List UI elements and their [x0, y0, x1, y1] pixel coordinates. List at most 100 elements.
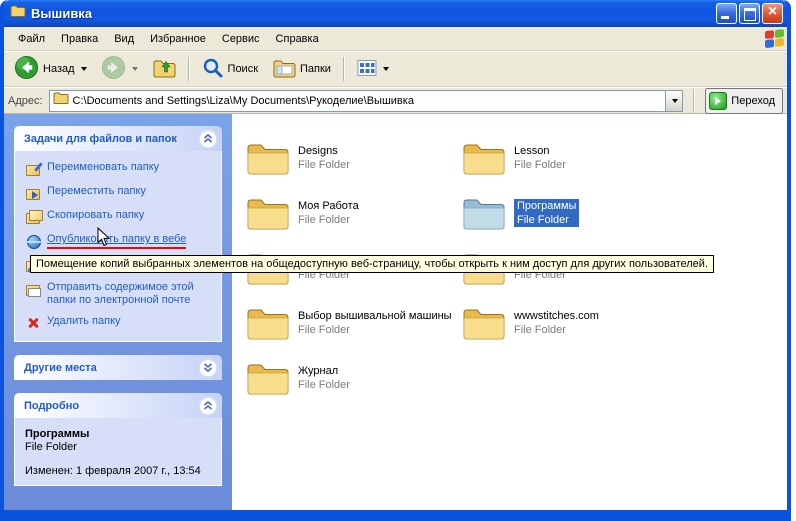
task-link[interactable]: Скопировать папку: [25, 209, 217, 225]
file-type: File Folder: [514, 323, 599, 337]
desktop: Вышивка Файл Правка Вид Избранное: [0, 0, 796, 521]
file-tasks-title: Задачи для файлов и папок: [24, 133, 177, 145]
file-tile[interactable]: Программы File Folder: [462, 195, 678, 231]
file-label: wwwstitches.com File Folder: [514, 309, 599, 337]
details-modified: Изменен: 1 февраля 2007 г., 13:54: [25, 465, 217, 477]
title-bar: Вышивка: [4, 0, 787, 27]
task-link[interactable]: Переместить папку: [25, 185, 217, 201]
file-type: File Folder: [298, 378, 350, 392]
file-pane: Designs File Folder: [232, 114, 787, 510]
folders-icon: [272, 57, 296, 82]
folder-icon: [246, 140, 290, 176]
search-button[interactable]: Поиск: [196, 54, 264, 85]
maximize-button[interactable]: [739, 3, 760, 24]
menu-item[interactable]: Избранное: [142, 29, 214, 49]
toolbar: Назад: [4, 51, 787, 87]
file-type: File Folder: [298, 323, 452, 337]
go-label: Переход: [731, 95, 775, 107]
file-tasks-body: Переименовать папку Переместить папку Ск…: [14, 151, 222, 342]
section-other-places: Другие места: [14, 355, 222, 380]
file-tile[interactable]: Designs File Folder: [246, 140, 462, 176]
folder-up-icon: [152, 57, 176, 82]
dropdown-arrow-icon: [672, 99, 678, 103]
section-details: Подробно Программы File Folder Изменен: …: [14, 393, 222, 486]
file-label: Выбор вышивальной машины File Folder: [298, 309, 452, 337]
window-title: Вышивка: [31, 6, 716, 21]
window-folder-icon: [10, 4, 26, 23]
expand-chevron-icon[interactable]: [199, 359, 217, 377]
address-folder-icon: [53, 91, 69, 110]
file-name: Моя Работа: [298, 199, 359, 213]
task-link[interactable]: Отправить содержимое этой папки по элект…: [25, 281, 217, 307]
address-path: C:\Documents and Settings\Liza\My Docume…: [73, 95, 662, 107]
file-tile[interactable]: wwwstitches.com File Folder: [462, 305, 678, 341]
file-type: File Folder: [514, 158, 566, 172]
menu-item[interactable]: Справка: [268, 29, 327, 49]
address-input[interactable]: C:\Documents and Settings\Liza\My Docume…: [49, 90, 684, 112]
search-label: Поиск: [228, 63, 258, 75]
file-label: Журнал File Folder: [298, 364, 350, 392]
forward-button[interactable]: [95, 52, 144, 86]
file-name: Выбор вышивальной машины: [298, 309, 452, 323]
forward-dropdown-icon: [132, 67, 138, 71]
collapse-chevron-icon[interactable]: [199, 397, 217, 415]
folder-icon: [246, 195, 290, 231]
go-icon: [709, 92, 727, 110]
other-places-title: Другие места: [24, 362, 97, 374]
views-dropdown-icon: [383, 67, 389, 71]
file-type: File Folder: [298, 213, 359, 227]
details-header[interactable]: Подробно: [14, 393, 222, 418]
task-pane-sidebar: Задачи для файлов и папок Переименовать …: [4, 114, 232, 510]
task-link[interactable]: Удалить папку: [25, 315, 217, 331]
details-body: Программы File Folder Изменен: 1 февраля…: [14, 418, 222, 486]
task-link[interactable]: Опубликовать папку в вебе: [25, 233, 217, 249]
menu-item[interactable]: Файл: [10, 29, 53, 49]
other-places-header[interactable]: Другие места: [14, 355, 222, 380]
folder-icon: [246, 305, 290, 341]
menu-item[interactable]: Сервис: [214, 29, 268, 49]
menu-item[interactable]: Правка: [53, 29, 106, 49]
file-type: File Folder: [517, 213, 576, 227]
file-label: Designs File Folder: [298, 144, 350, 172]
file-tile[interactable]: Журнал File Folder: [246, 360, 462, 396]
up-button[interactable]: [146, 54, 182, 85]
tooltip: Помещение копий выбранных элементов на о…: [30, 255, 714, 273]
views-icon: [357, 59, 377, 80]
file-name: Программы: [517, 199, 576, 213]
rename-icon: [25, 161, 41, 177]
close-button[interactable]: [762, 3, 783, 24]
toolbar-separator: [343, 57, 345, 81]
menu-item[interactable]: Вид: [106, 29, 142, 49]
folder-icon: [462, 140, 506, 176]
details-file-name: Программы: [25, 428, 217, 440]
file-tasks-header[interactable]: Задачи для файлов и папок: [14, 126, 222, 151]
folders-label: Папки: [300, 63, 331, 75]
file-tile[interactable]: Выбор вышивальной машины File Folder: [246, 305, 462, 341]
windows-logo-icon: [765, 28, 785, 48]
task-link[interactable]: Переименовать папку: [25, 161, 217, 177]
go-button[interactable]: Переход: [705, 88, 783, 114]
back-button[interactable]: Назад: [8, 52, 93, 86]
file-tile[interactable]: Моя Работа File Folder: [246, 195, 462, 231]
collapse-chevron-icon[interactable]: [199, 130, 217, 148]
file-tile[interactable]: Lesson File Folder: [462, 140, 678, 176]
address-dropdown-button[interactable]: [665, 91, 682, 111]
file-name: Lesson: [514, 144, 566, 158]
minimize-button[interactable]: [716, 3, 737, 24]
back-label: Назад: [43, 63, 75, 75]
publish-icon: [25, 233, 41, 249]
folder-icon: [246, 360, 290, 396]
back-dropdown-icon: [81, 67, 87, 71]
address-label: Адрес:: [8, 95, 43, 107]
folder-icon: [462, 195, 506, 231]
folders-button[interactable]: Папки: [266, 54, 337, 85]
file-label: Программы File Folder: [514, 199, 579, 227]
file-name: Журнал: [298, 364, 350, 378]
file-name: Designs: [298, 144, 350, 158]
toolbar-separator: [188, 57, 190, 81]
forward-icon: [101, 55, 126, 83]
copy-icon: [25, 209, 41, 225]
views-button[interactable]: [351, 56, 395, 83]
address-bar: Адрес: C:\Documents and Settings\Liza\My…: [4, 87, 787, 114]
window-body: Задачи для файлов и папок Переименовать …: [4, 114, 787, 510]
